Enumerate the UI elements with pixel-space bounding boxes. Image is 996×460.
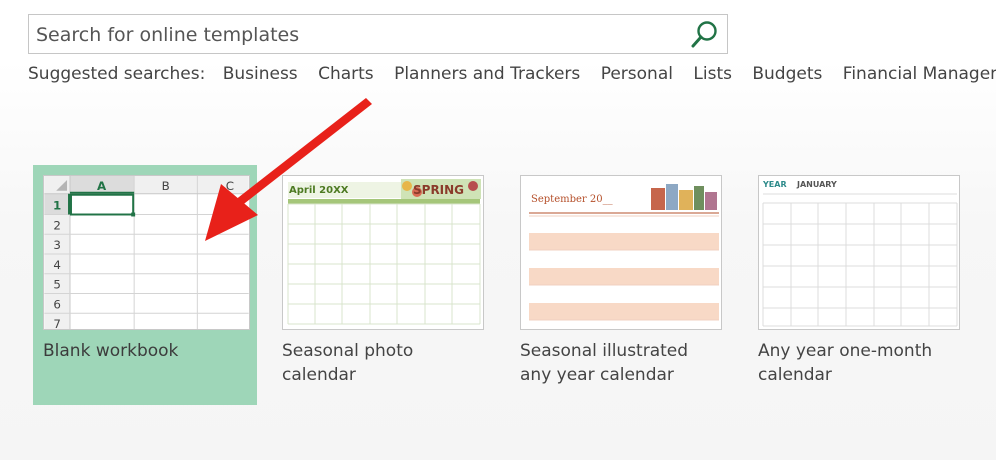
- template-tile-any-year[interactable]: YEAR JANUARY Any year one-month calendar: [748, 165, 972, 405]
- suggested-link-lists[interactable]: Lists: [693, 64, 732, 84]
- row-header-6: 6: [53, 297, 61, 311]
- col-header-b: B: [162, 179, 170, 193]
- template-tile-seasonal-photo[interactable]: April 20XX SPRING Seasonal photo calenda…: [272, 165, 496, 405]
- template-title-any-year: Any year one-month calendar: [758, 339, 932, 387]
- row-header-2: 2: [53, 218, 61, 232]
- seasonal-photo-thumbnail: April 20XX SPRING: [282, 175, 484, 330]
- seasonal-photo-title-line2: calendar: [282, 365, 356, 385]
- any-year-thumbnail: YEAR JANUARY: [758, 175, 960, 330]
- col-header-a: A: [97, 179, 107, 193]
- suggested-link-personal[interactable]: Personal: [601, 64, 673, 84]
- seasonal-photo-title-line1: Seasonal photo: [282, 341, 414, 361]
- row-header-7: 7: [53, 317, 61, 329]
- template-tile-seasonal-illustrated[interactable]: September 20__ Seasonal illustrated any …: [510, 165, 734, 405]
- blank-workbook-thumbnail: A B C 1 2 3 4 5 6 7: [43, 175, 250, 330]
- seasonal-illustrated-preview: September 20__: [529, 184, 719, 321]
- seasonal-photo-preview: April 20XX SPRING: [287, 179, 481, 325]
- suggested-link-financial[interactable]: Financial Management: [843, 64, 996, 84]
- illustrated-calendar-heading: September 20__: [531, 194, 613, 205]
- search-icon: [691, 21, 717, 48]
- row-header-5: 5: [53, 278, 61, 292]
- workbook-grid: A B C 1 2 3 4 5 6 7: [44, 176, 249, 329]
- suggested-link-business[interactable]: Business: [223, 64, 298, 84]
- any-year-preview: YEAR JANUARY: [762, 180, 958, 327]
- seasonal-illustrated-title-line1: Seasonal illustrated: [520, 341, 689, 361]
- any-year-month-label: JANUARY: [796, 180, 837, 189]
- suggested-link-budgets[interactable]: Budgets: [752, 64, 822, 84]
- col-header-c: C: [226, 179, 234, 193]
- seasonal-illustrated-thumbnail: September 20__: [520, 175, 722, 330]
- search-input[interactable]: [29, 15, 688, 55]
- suggested-link-planners[interactable]: Planners and Trackers: [394, 64, 580, 84]
- seasonal-illustrated-title-line2: any year calendar: [520, 365, 674, 385]
- row-header-1: 1: [53, 199, 61, 213]
- template-title-seasonal-illustrated: Seasonal illustrated any year calendar: [520, 339, 688, 387]
- row-header-3: 3: [53, 238, 61, 252]
- spring-banner-text: SPRING: [413, 183, 464, 197]
- any-year-year-label: YEAR: [762, 180, 787, 189]
- any-year-title-line2: calendar: [758, 365, 832, 385]
- any-year-title-line1: Any year one-month: [758, 341, 933, 361]
- search-box[interactable]: [28, 14, 728, 55]
- suggested-searches: Suggested searches: Business Charts Plan…: [28, 64, 996, 92]
- row-header-4: 4: [53, 258, 61, 272]
- suggested-label: Suggested searches:: [28, 64, 206, 84]
- template-tile-blank-workbook[interactable]: A B C 1 2 3 4 5 6 7 Blank workbook: [33, 165, 257, 405]
- search-button[interactable]: [689, 19, 721, 49]
- template-title-seasonal-photo: Seasonal photo calendar: [282, 339, 413, 387]
- photo-calendar-heading: April 20XX: [289, 185, 349, 196]
- suggested-link-charts[interactable]: Charts: [318, 64, 374, 84]
- template-title-blank-workbook: Blank workbook: [43, 341, 179, 361]
